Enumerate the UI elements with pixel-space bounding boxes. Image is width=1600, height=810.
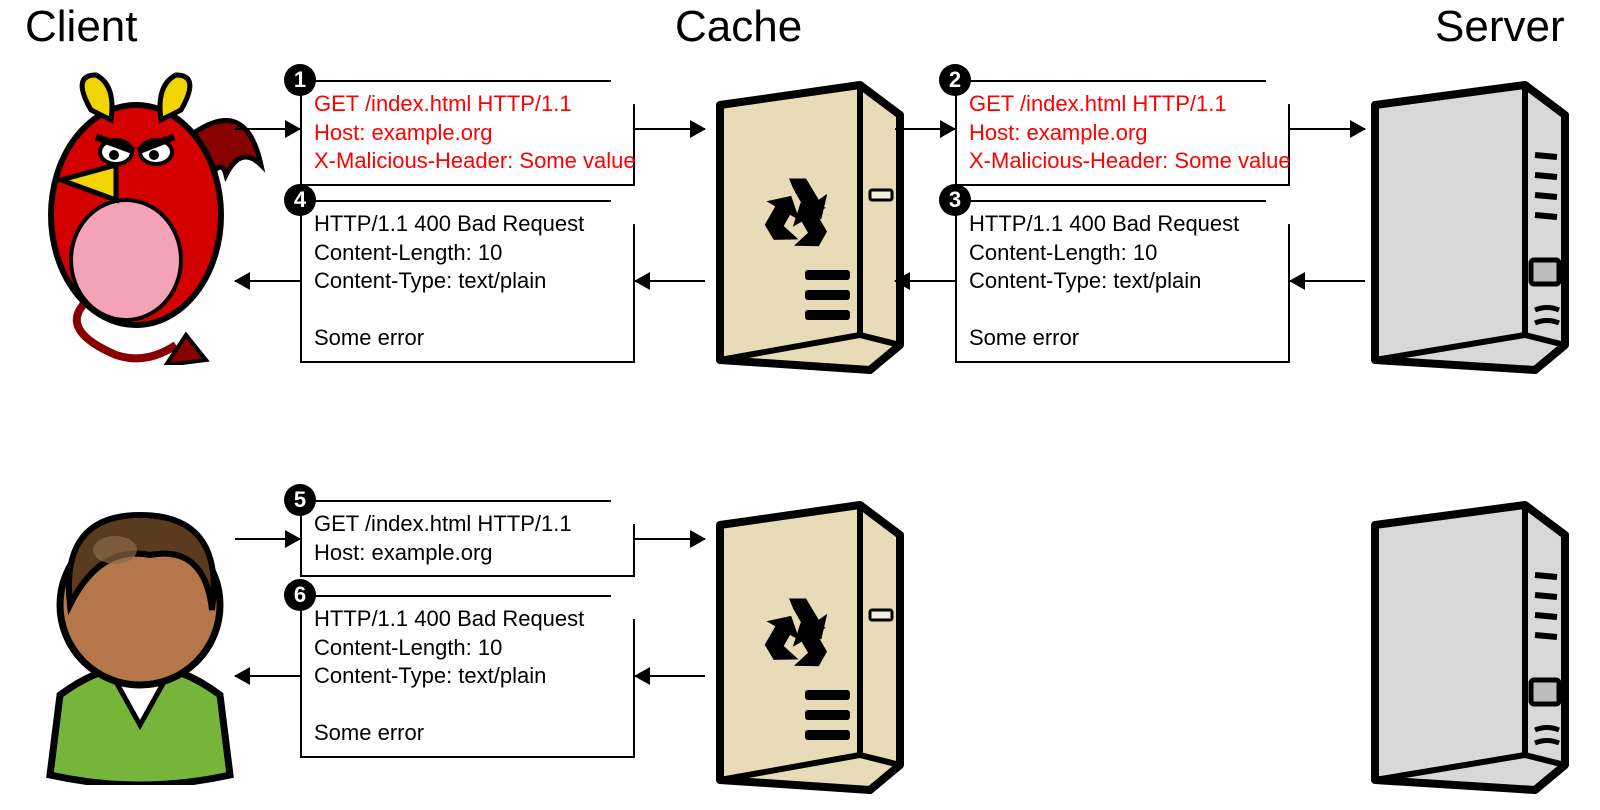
msg3-line3 <box>969 296 1276 325</box>
cache-server-icon <box>680 65 920 375</box>
message-box-6: 6 HTTP/1.1 400 Bad Request Content-Lengt… <box>300 595 635 758</box>
arrow-client-to-box5 <box>235 538 300 540</box>
message-box-2: 2 GET /index.html HTTP/1.1 Host: example… <box>955 80 1290 186</box>
arrow-cache-to-box4 <box>635 280 705 282</box>
msg2-line1: Host: example.org <box>969 119 1276 148</box>
malicious-client-icon <box>6 65 266 365</box>
msg4-line4: Some error <box>314 324 621 353</box>
msg6-line0: HTTP/1.1 400 Bad Request <box>314 605 621 634</box>
msg1-line1: Host: example.org <box>314 119 621 148</box>
step-badge-2: 2 <box>939 64 971 96</box>
column-header-server: Server <box>1435 2 1565 52</box>
msg3-line0: HTTP/1.1 400 Bad Request <box>969 210 1276 239</box>
msg3-line4: Some error <box>969 324 1276 353</box>
arrow-box3-to-cache <box>895 280 955 282</box>
message-box-3: 3 HTTP/1.1 400 Bad Request Content-Lengt… <box>955 200 1290 363</box>
msg3-line1: Content-Length: 10 <box>969 239 1276 268</box>
msg5-line0: GET /index.html HTTP/1.1 <box>314 510 621 539</box>
msg4-line3 <box>314 296 621 325</box>
msg6-line2: Content-Type: text/plain <box>314 662 621 691</box>
step-badge-6: 6 <box>284 579 316 611</box>
msg4-line2: Content-Type: text/plain <box>314 267 621 296</box>
msg6-line3 <box>314 691 621 720</box>
cache-server-icon-2 <box>680 485 920 795</box>
arrow-cache-to-box6 <box>635 675 705 677</box>
arrow-box2-to-server <box>1290 128 1365 130</box>
arrow-box6-to-client <box>235 675 300 677</box>
arrow-client-to-box1 <box>235 128 300 130</box>
arrow-box1-to-cache <box>635 128 705 130</box>
step-badge-5: 5 <box>284 484 316 516</box>
arrow-server-to-box3 <box>1290 280 1365 282</box>
msg4-line1: Content-Length: 10 <box>314 239 621 268</box>
msg4-line0: HTTP/1.1 400 Bad Request <box>314 210 621 239</box>
column-header-cache: Cache <box>675 2 802 52</box>
msg2-line2: X-Malicious-Header: Some value <box>969 147 1276 176</box>
msg6-line4: Some error <box>314 719 621 748</box>
msg1-line2: X-Malicious-Header: Some value <box>314 147 621 176</box>
step-badge-4: 4 <box>284 184 316 216</box>
msg5-line1: Host: example.org <box>314 539 621 568</box>
arrow-box5-to-cache <box>635 538 705 540</box>
message-box-4: 4 HTTP/1.1 400 Bad Request Content-Lengt… <box>300 200 635 363</box>
msg3-line2: Content-Type: text/plain <box>969 267 1276 296</box>
origin-server-icon-2 <box>1335 485 1585 795</box>
message-box-1: 1 GET /index.html HTTP/1.1 Host: example… <box>300 80 635 186</box>
arrow-box4-to-client <box>235 280 300 282</box>
msg6-line1: Content-Length: 10 <box>314 634 621 663</box>
msg2-line0: GET /index.html HTTP/1.1 <box>969 90 1276 119</box>
benign-client-icon <box>30 485 250 785</box>
message-box-5: 5 GET /index.html HTTP/1.1 Host: example… <box>300 500 635 577</box>
origin-server-icon <box>1335 65 1585 375</box>
step-badge-3: 3 <box>939 184 971 216</box>
arrow-cache-to-box2 <box>895 128 955 130</box>
column-header-client: Client <box>25 2 138 52</box>
step-badge-1: 1 <box>284 64 316 96</box>
msg1-line0: GET /index.html HTTP/1.1 <box>314 90 621 119</box>
